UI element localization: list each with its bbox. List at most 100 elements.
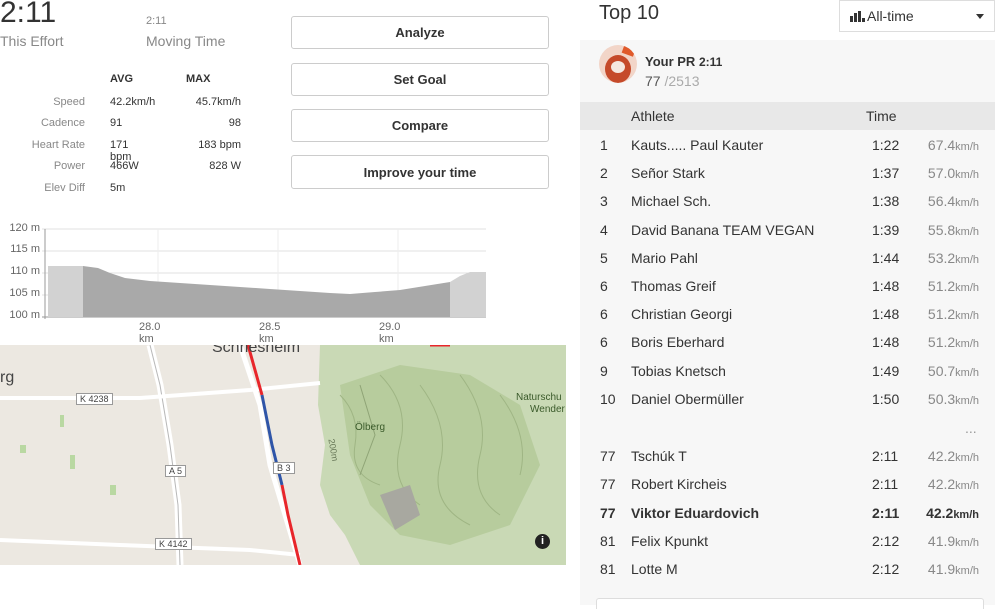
leaderboard-title: Top 10 — [599, 2, 660, 24]
row-speed: 51.2km/h — [928, 278, 979, 294]
row-time: 2:12 — [872, 532, 900, 549]
row-speed-unit: km/h — [955, 394, 979, 407]
row-athlete[interactable]: Christian Georgi — [631, 306, 732, 322]
row-athlete[interactable]: Michael Sch. — [631, 193, 711, 209]
info-icon[interactable]: i — [535, 534, 550, 549]
elev-x-tick: 28.5 km — [259, 321, 281, 345]
stat-max: 45.7km/h — [195, 96, 241, 108]
road-label-b3: B 3 — [273, 462, 295, 474]
effort-time: 2:11 — [0, 0, 57, 29]
row-athlete[interactable]: Kauts..... Paul Kauter — [631, 137, 763, 153]
row-rank: 6 — [600, 306, 608, 323]
row-speed-unit: km/h — [955, 452, 979, 464]
map-label-olberg: Ölberg — [355, 422, 386, 433]
set-goal-button[interactable]: Set Goal — [291, 63, 549, 96]
leaderboard-row[interactable]: 77 Robert Kircheis 2:11 42.2km/h — [580, 470, 995, 498]
chevron-down-icon — [976, 14, 984, 19]
stat-label: Elev Diff — [44, 182, 85, 194]
row-time: 1:22 — [872, 137, 900, 153]
row-speed-value: 41.9 — [927, 561, 956, 578]
row-speed-unit: km/h — [953, 508, 979, 521]
road-label-a5: A 5 — [165, 465, 187, 477]
bottom-card — [596, 598, 984, 609]
row-athlete[interactable]: Tschúk T — [631, 448, 687, 464]
map-canvas — [0, 345, 566, 565]
col-time: Time — [866, 108, 897, 124]
row-speed-unit: km/h — [955, 565, 979, 578]
row-speed-value: 50.7 — [927, 362, 956, 379]
leaderboard-row[interactable]: 1 Kauts..... Paul Kauter 1:22 67.4km/h — [580, 131, 995, 159]
analyze-button[interactable]: Analyze — [291, 16, 549, 49]
leaderboard-filter-dropdown[interactable]: All-time — [839, 0, 995, 32]
row-speed: 50.7km/h — [928, 363, 979, 379]
row-athlete[interactable]: Tobias Knetsch — [631, 363, 726, 379]
row-athlete[interactable]: David Banana TEAM VEGAN — [631, 222, 814, 238]
row-speed-unit: km/h — [955, 225, 979, 238]
row-time: 2:12 — [872, 561, 900, 578]
stat-label: Speed — [53, 96, 85, 108]
stat-max: 828 W — [209, 160, 241, 172]
row-athlete[interactable]: Boris Eberhard — [631, 334, 724, 350]
elevation-profile — [42, 228, 486, 319]
row-athlete[interactable]: Señor Stark — [631, 165, 705, 181]
row-athlete[interactable]: Mario Pahl — [631, 250, 698, 266]
pr-label: Your PR — [645, 54, 696, 69]
stat-avg: 466W — [110, 160, 139, 172]
row-speed-value: 41.9 — [927, 532, 956, 549]
row-speed-unit: km/h — [955, 310, 979, 323]
filter-value: All-time — [867, 8, 914, 24]
elev-x-tick: 28.0 km — [139, 321, 161, 345]
leaderboard-row[interactable]: 5 Mario Pahl 1:44 53.2km/h — [580, 244, 995, 272]
row-speed-unit: km/h — [955, 197, 979, 210]
leaderboard-row[interactable]: 9 Tobias Knetsch 1:49 50.7km/h — [580, 357, 995, 385]
stat-avg: 91 — [110, 117, 123, 129]
row-athlete[interactable]: Daniel Obermüller — [631, 391, 744, 407]
map-label-natur: Naturschu — [516, 392, 562, 403]
stats-header-max: MAX — [186, 73, 211, 85]
row-rank: 77 — [600, 476, 616, 493]
row-speed: 41.9km/h — [928, 561, 979, 577]
row-athlete[interactable]: Thomas Greif — [631, 278, 716, 294]
leaderboard-row[interactable]: 81 Lotte M 2:12 41.9km/h — [580, 555, 995, 583]
row-speed: 67.4km/h — [928, 137, 979, 153]
stats-header-avg: AVG — [110, 73, 134, 85]
row-athlete[interactable]: Felix Kpunkt — [631, 533, 708, 549]
row-speed: 50.3km/h — [928, 391, 979, 407]
map-label-wender: Wender — [530, 404, 565, 415]
stat-max: 183 bpm — [198, 139, 241, 151]
leaderboard-row[interactable]: 6 Thomas Greif 1:48 51.2km/h — [580, 272, 995, 300]
map-label-town: Schriesheim — [212, 345, 301, 356]
row-time: 2:11 — [872, 448, 899, 464]
row-speed-value: 56.4 — [927, 193, 956, 210]
row-athlete[interactable]: Lotte M — [631, 561, 678, 577]
leaderboard-row[interactable]: 10 Daniel Obermüller 1:50 50.3km/h — [580, 385, 995, 413]
road-label-k4238: K 4238 — [76, 393, 113, 405]
row-speed: 53.2km/h — [928, 250, 979, 266]
stat-label: Heart Rate — [31, 139, 85, 151]
pr-rank: 77 /2513 — [645, 73, 700, 89]
row-time: 1:38 — [872, 193, 900, 210]
leaderboard-row[interactable]: 6 Boris Eberhard 1:48 51.2km/h — [580, 328, 995, 356]
improve-time-button[interactable]: Improve your time — [291, 155, 549, 189]
leaderboard-row[interactable]: 77 Viktor Eduardovich 2:11 42.2km/h — [580, 499, 995, 527]
leaderboard-row[interactable]: 3 Michael Sch. 1:38 56.4km/h — [580, 187, 995, 215]
leaderboard-row[interactable]: 6 Christian Georgi 1:48 51.2km/h — [580, 300, 995, 328]
compare-button[interactable]: Compare — [291, 109, 549, 142]
row-athlete[interactable]: Viktor Eduardovich — [631, 505, 759, 521]
row-speed: 41.9km/h — [928, 533, 979, 549]
row-speed: 42.2km/h — [928, 448, 979, 464]
moving-time-label: Moving Time — [146, 33, 226, 49]
leaderboard-row[interactable]: 2 Señor Stark 1:37 57.0km/h — [580, 159, 995, 187]
effort-time-label: This Effort — [0, 33, 64, 49]
leaderboard-row[interactable]: 4 David Banana TEAM VEGAN 1:39 55.8km/h — [580, 216, 995, 244]
leaderboard-row[interactable]: 81 Felix Kpunkt 2:12 41.9km/h — [580, 527, 995, 555]
route-map[interactable]: Schriesheim rg K 4238 A 5 B 3 K 4142 Ölb… — [0, 345, 566, 565]
avatar[interactable] — [599, 45, 637, 83]
row-rank: 6 — [600, 278, 608, 294]
row-athlete[interactable]: Robert Kircheis — [631, 476, 727, 492]
row-time: 1:37 — [872, 165, 900, 182]
row-rank: 6 — [600, 334, 608, 351]
leaderboard-row[interactable]: 77 Tschúk T 2:11 42.2km/h — [580, 442, 995, 470]
road-label-k4142: K 4142 — [155, 538, 192, 550]
row-time: 2:11 — [872, 476, 899, 493]
